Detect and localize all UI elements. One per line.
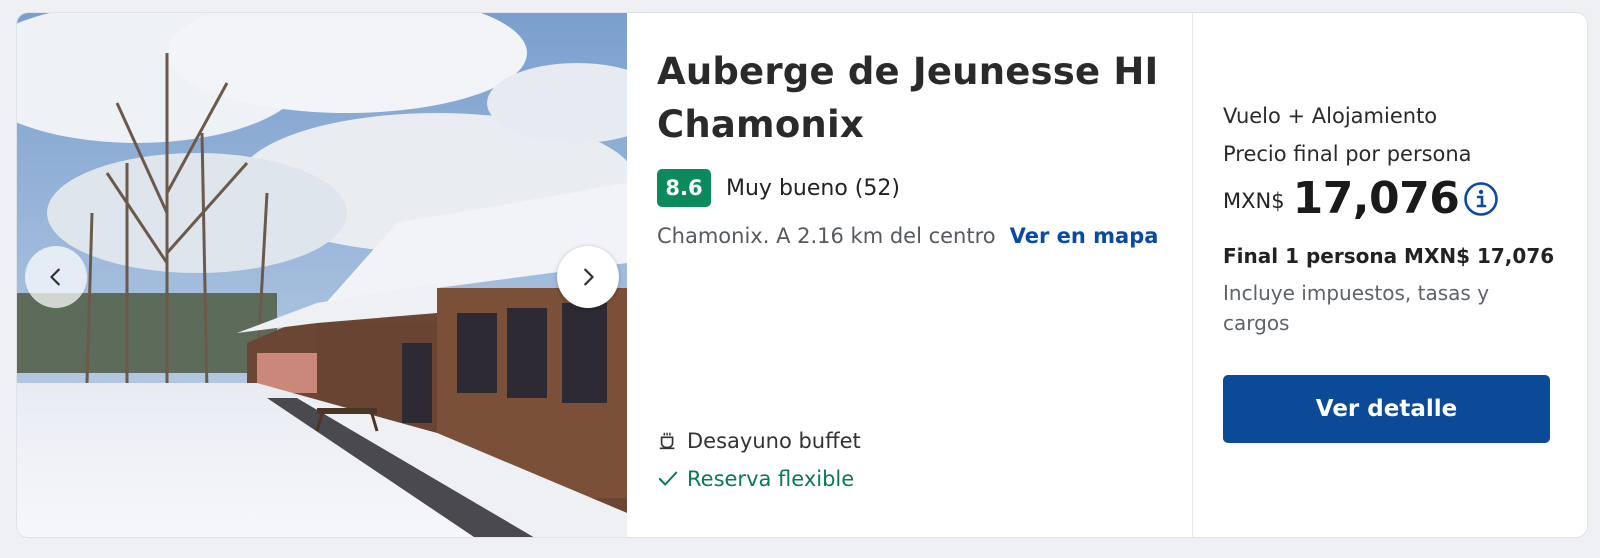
view-on-map-link[interactable]: Ver en mapa (1010, 224, 1159, 248)
chevron-left-icon (50, 268, 60, 286)
hotel-photo-image (17, 13, 627, 537)
view-details-button[interactable]: Ver detalle (1223, 375, 1550, 443)
price-amount-row: MXN$ 17,076 (1223, 173, 1557, 224)
gallery-next-button[interactable] (557, 246, 619, 308)
check-icon (658, 471, 678, 486)
info-icon[interactable] (1463, 181, 1499, 217)
hotel-card: Auberge de Jeunesse HI Chamonix 8.6 Muy … (16, 12, 1588, 538)
gallery-prev-button[interactable] (25, 246, 87, 308)
amenity-breakfast: Desayuno buffet (657, 429, 861, 453)
chevron-right-icon (584, 268, 594, 286)
amenity-label: Desayuno buffet (687, 429, 861, 453)
coffee-cup-icon (659, 432, 675, 450)
package-type: Vuelo + Alojamiento (1223, 104, 1438, 128)
location-row: Chamonix. A 2.16 km del centro Ver en ma… (657, 224, 1162, 248)
final-price-line: Final 1 persona MXN$ 17,076 (1223, 244, 1555, 268)
rating-row: 8.6 Muy bueno (52) (657, 169, 1162, 207)
amenity-label: Reserva flexible (687, 467, 855, 491)
rating-label: Muy bueno (52) (726, 175, 900, 201)
score-badge: 8.6 (657, 169, 711, 207)
price-panel: Vuelo + Alojamiento Precio final por per… (1193, 13, 1587, 537)
price-amount: 17,076 (1292, 173, 1460, 224)
hotel-photo[interactable] (17, 13, 627, 537)
hotel-info: Auberge de Jeunesse HI Chamonix 8.6 Muy … (627, 13, 1193, 537)
per-person-label: Precio final por persona (1223, 142, 1472, 166)
taxes-note: Incluye impuestos, tasas y cargos (1223, 281, 1490, 335)
amenity-flexible-booking: Reserva flexible (657, 467, 854, 491)
currency-label: MXN$ (1223, 188, 1285, 213)
location-text: Chamonix. A 2.16 km del centro (657, 224, 996, 248)
hotel-name[interactable]: Auberge de Jeunesse HI Chamonix (657, 45, 1162, 151)
